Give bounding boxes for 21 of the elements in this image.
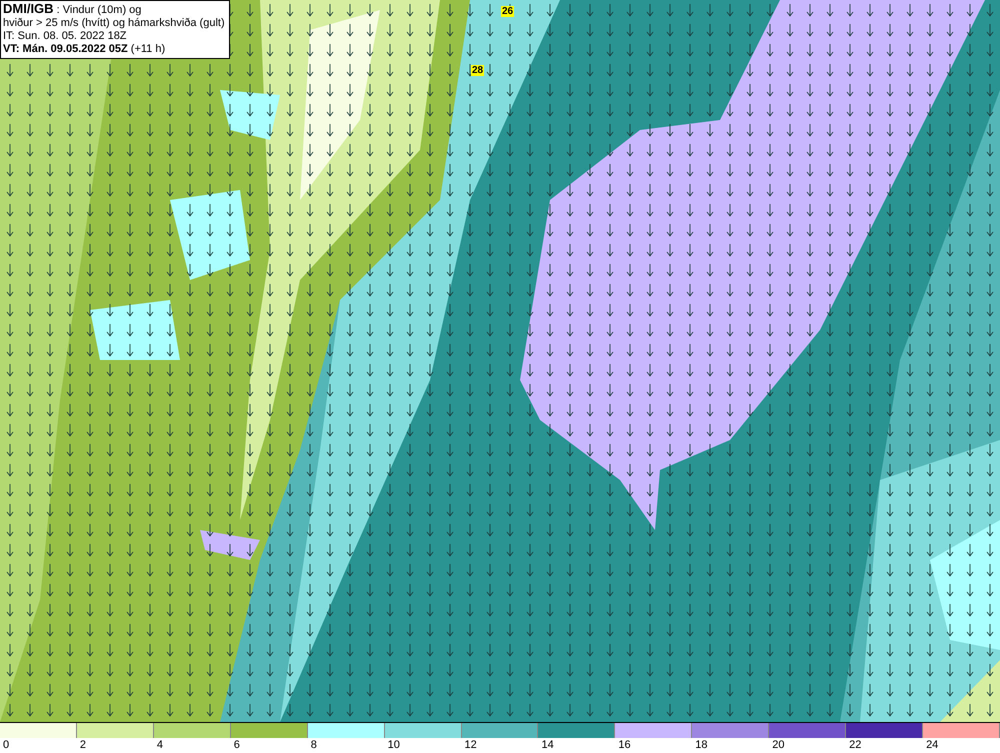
initial-time: IT: Sun. 08. 05. 2022 18Z — [3, 30, 128, 43]
legend-tick-label: 8 — [310, 738, 317, 752]
legend-tick-label: 20 — [771, 738, 784, 752]
legend-tick-label: 0 — [2, 738, 10, 752]
legend-tick-label: 2 — [78, 738, 86, 752]
valid-time: VT: Mán. 09.05.2022 05Z — [3, 43, 128, 55]
forecast-offset: (+11 h) — [130, 43, 166, 55]
legend-tick-label: 24 — [925, 738, 938, 752]
legend-tick-label: 16 — [617, 738, 631, 752]
legend-tick-label: 6 — [232, 738, 240, 752]
max-gust-label: 28 — [471, 65, 484, 76]
map-subtitle: hviður > 25 m/s (hvítt) og hámarkshviða (gult) — [3, 17, 225, 30]
legend-tick-label: 22 — [848, 738, 862, 752]
map-title: : Vindur (10m) og — [56, 4, 142, 16]
legend-tick-label: 14 — [540, 738, 554, 752]
source-label: DMI/IGB — [3, 1, 54, 16]
legend-tick-label: 4 — [156, 738, 163, 752]
max-gust-label: 26 — [501, 6, 514, 17]
legend-tick-label: 18 — [694, 738, 708, 752]
legend-tick-label: 10 — [386, 738, 400, 752]
legend-tick-label: 12 — [464, 738, 477, 752]
